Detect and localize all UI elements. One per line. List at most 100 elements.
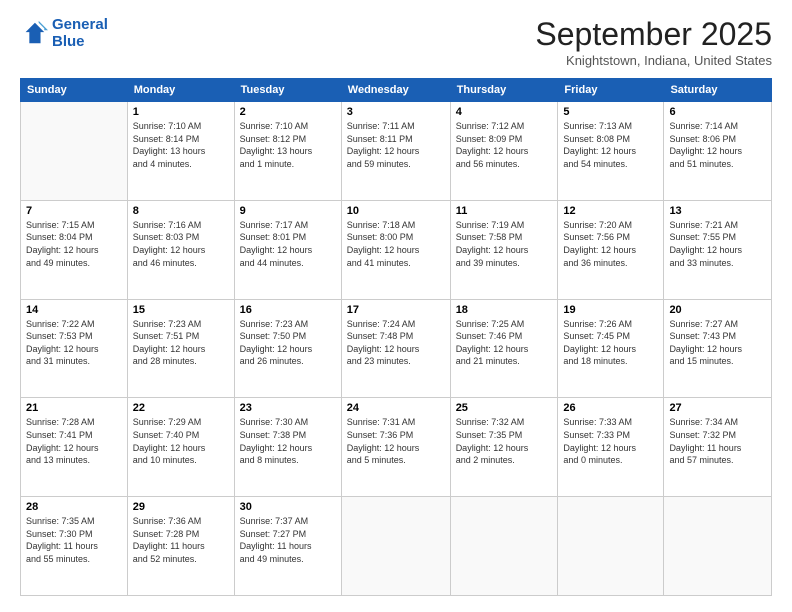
day-number: 16	[240, 304, 336, 316]
day-of-week-header: Thursday	[450, 79, 558, 102]
day-of-week-header: Tuesday	[234, 79, 341, 102]
calendar-header-row: SundayMondayTuesdayWednesdayThursdayFrid…	[21, 79, 772, 102]
day-info: Sunrise: 7:24 AM Sunset: 7:48 PM Dayligh…	[347, 318, 445, 368]
calendar-cell: 15 Sunrise: 7:23 AM Sunset: 7:51 PM Dayli…	[127, 299, 234, 398]
day-number: 22	[133, 402, 229, 414]
calendar-cell: 14 Sunrise: 7:22 AM Sunset: 7:53 PM Dayli…	[21, 299, 128, 398]
day-number: 3	[347, 106, 445, 118]
calendar-cell: 29 Sunrise: 7:36 AM Sunset: 7:28 PM Dayli…	[127, 497, 234, 596]
day-info: Sunrise: 7:14 AM Sunset: 8:06 PM Dayligh…	[669, 120, 766, 170]
calendar-week-row: 14 Sunrise: 7:22 AM Sunset: 7:53 PM Dayli…	[21, 299, 772, 398]
day-info: Sunrise: 7:31 AM Sunset: 7:36 PM Dayligh…	[347, 416, 445, 466]
day-of-week-header: Sunday	[21, 79, 128, 102]
day-number: 26	[563, 402, 658, 414]
calendar-cell: 27 Sunrise: 7:34 AM Sunset: 7:32 PM Dayli…	[664, 398, 772, 497]
day-info: Sunrise: 7:36 AM Sunset: 7:28 PM Dayligh…	[133, 515, 229, 565]
day-number: 11	[456, 205, 553, 217]
logo-icon	[20, 19, 48, 47]
day-number: 2	[240, 106, 336, 118]
calendar-cell	[21, 102, 128, 201]
calendar-cell: 18Sunrise: 7:25 AM Sunset: 7:46 PM Dayli…	[450, 299, 558, 398]
calendar-cell: 25Sunrise: 7:32 AM Sunset: 7:35 PM Dayli…	[450, 398, 558, 497]
calendar-week-row: 1Sunrise: 7:10 AM Sunset: 8:14 PM Daylig…	[21, 102, 772, 201]
day-info: Sunrise: 7:22 AM Sunset: 7:53 PM Dayligh…	[26, 318, 122, 368]
day-number: 4	[456, 106, 553, 118]
day-info: Sunrise: 7:23 AM Sunset: 7:51 PM Dayligh…	[133, 318, 229, 368]
day-info: Sunrise: 7:19 AM Sunset: 7:58 PM Dayligh…	[456, 219, 553, 269]
day-info: Sunrise: 7:10 AM Sunset: 8:12 PM Dayligh…	[240, 120, 336, 170]
day-of-week-header: Saturday	[664, 79, 772, 102]
day-of-week-header: Friday	[558, 79, 664, 102]
calendar-week-row: 28 Sunrise: 7:35 AM Sunset: 7:30 PM Dayli…	[21, 497, 772, 596]
day-info: Sunrise: 7:23 AM Sunset: 7:50 PM Dayligh…	[240, 318, 336, 368]
logo: General Blue	[20, 16, 108, 50]
calendar-cell: 22 Sunrise: 7:29 AM Sunset: 7:40 PM Dayli…	[127, 398, 234, 497]
day-number: 17	[347, 304, 445, 316]
day-info: Sunrise: 7:34 AM Sunset: 7:32 PM Dayligh…	[669, 416, 766, 466]
calendar-cell: 30 Sunrise: 7:37 AM Sunset: 7:27 PM Dayli…	[234, 497, 341, 596]
day-number: 18	[456, 304, 553, 316]
day-number: 29	[133, 501, 229, 513]
day-info: Sunrise: 7:10 AM Sunset: 8:14 PM Dayligh…	[133, 120, 229, 170]
calendar-cell: 19 Sunrise: 7:26 AM Sunset: 7:45 PM Dayli…	[558, 299, 664, 398]
day-number: 25	[456, 402, 553, 414]
day-number: 5	[563, 106, 658, 118]
calendar-cell	[558, 497, 664, 596]
header: General Blue September 2025 Knightstown,…	[20, 16, 772, 68]
logo-text: General Blue	[52, 16, 108, 50]
calendar-cell: 1Sunrise: 7:10 AM Sunset: 8:14 PM Daylig…	[127, 102, 234, 201]
calendar-cell: 13 Sunrise: 7:21 AM Sunset: 7:55 PM Dayli…	[664, 200, 772, 299]
calendar-cell	[450, 497, 558, 596]
calendar-week-row: 21Sunrise: 7:28 AM Sunset: 7:41 PM Dayli…	[21, 398, 772, 497]
calendar-cell: 28 Sunrise: 7:35 AM Sunset: 7:30 PM Dayli…	[21, 497, 128, 596]
day-number: 19	[563, 304, 658, 316]
day-number: 12	[563, 205, 658, 217]
calendar-table: SundayMondayTuesdayWednesdayThursdayFrid…	[20, 78, 772, 596]
title-block: September 2025 Knightstown, Indiana, Uni…	[535, 16, 772, 68]
calendar-cell: 2 Sunrise: 7:10 AM Sunset: 8:12 PM Daylig…	[234, 102, 341, 201]
day-number: 14	[26, 304, 122, 316]
page: General Blue September 2025 Knightstown,…	[0, 0, 792, 612]
month-title: September 2025	[535, 16, 772, 53]
calendar-cell: 3 Sunrise: 7:11 AM Sunset: 8:11 PM Daylig…	[341, 102, 450, 201]
calendar-cell: 16 Sunrise: 7:23 AM Sunset: 7:50 PM Dayli…	[234, 299, 341, 398]
day-info: Sunrise: 7:28 AM Sunset: 7:41 PM Dayligh…	[26, 416, 122, 466]
calendar-cell: 4 Sunrise: 7:12 AM Sunset: 8:09 PM Daylig…	[450, 102, 558, 201]
day-number: 23	[240, 402, 336, 414]
calendar-cell: 24Sunrise: 7:31 AM Sunset: 7:36 PM Dayli…	[341, 398, 450, 497]
day-info: Sunrise: 7:13 AM Sunset: 8:08 PM Dayligh…	[563, 120, 658, 170]
calendar-cell	[341, 497, 450, 596]
day-number: 20	[669, 304, 766, 316]
day-info: Sunrise: 7:16 AM Sunset: 8:03 PM Dayligh…	[133, 219, 229, 269]
calendar-cell: 8 Sunrise: 7:16 AM Sunset: 8:03 PM Daylig…	[127, 200, 234, 299]
day-number: 10	[347, 205, 445, 217]
calendar-cell: 21Sunrise: 7:28 AM Sunset: 7:41 PM Dayli…	[21, 398, 128, 497]
day-number: 7	[26, 205, 122, 217]
calendar-cell: 5 Sunrise: 7:13 AM Sunset: 8:08 PM Daylig…	[558, 102, 664, 201]
calendar-cell: 17 Sunrise: 7:24 AM Sunset: 7:48 PM Dayli…	[341, 299, 450, 398]
day-info: Sunrise: 7:35 AM Sunset: 7:30 PM Dayligh…	[26, 515, 122, 565]
calendar-cell: 26 Sunrise: 7:33 AM Sunset: 7:33 PM Dayli…	[558, 398, 664, 497]
day-of-week-header: Monday	[127, 79, 234, 102]
calendar-cell: 12Sunrise: 7:20 AM Sunset: 7:56 PM Dayli…	[558, 200, 664, 299]
day-number: 27	[669, 402, 766, 414]
calendar-cell: 23 Sunrise: 7:30 AM Sunset: 7:38 PM Dayli…	[234, 398, 341, 497]
location: Knightstown, Indiana, United States	[535, 53, 772, 68]
day-number: 28	[26, 501, 122, 513]
calendar-cell: 10Sunrise: 7:18 AM Sunset: 8:00 PM Dayli…	[341, 200, 450, 299]
day-info: Sunrise: 7:33 AM Sunset: 7:33 PM Dayligh…	[563, 416, 658, 466]
day-number: 8	[133, 205, 229, 217]
day-info: Sunrise: 7:37 AM Sunset: 7:27 PM Dayligh…	[240, 515, 336, 565]
day-info: Sunrise: 7:11 AM Sunset: 8:11 PM Dayligh…	[347, 120, 445, 170]
day-number: 30	[240, 501, 336, 513]
day-info: Sunrise: 7:21 AM Sunset: 7:55 PM Dayligh…	[669, 219, 766, 269]
day-number: 9	[240, 205, 336, 217]
day-number: 15	[133, 304, 229, 316]
day-info: Sunrise: 7:30 AM Sunset: 7:38 PM Dayligh…	[240, 416, 336, 466]
day-number: 6	[669, 106, 766, 118]
day-info: Sunrise: 7:26 AM Sunset: 7:45 PM Dayligh…	[563, 318, 658, 368]
calendar-cell: 11 Sunrise: 7:19 AM Sunset: 7:58 PM Dayli…	[450, 200, 558, 299]
day-number: 13	[669, 205, 766, 217]
day-info: Sunrise: 7:12 AM Sunset: 8:09 PM Dayligh…	[456, 120, 553, 170]
day-info: Sunrise: 7:29 AM Sunset: 7:40 PM Dayligh…	[133, 416, 229, 466]
